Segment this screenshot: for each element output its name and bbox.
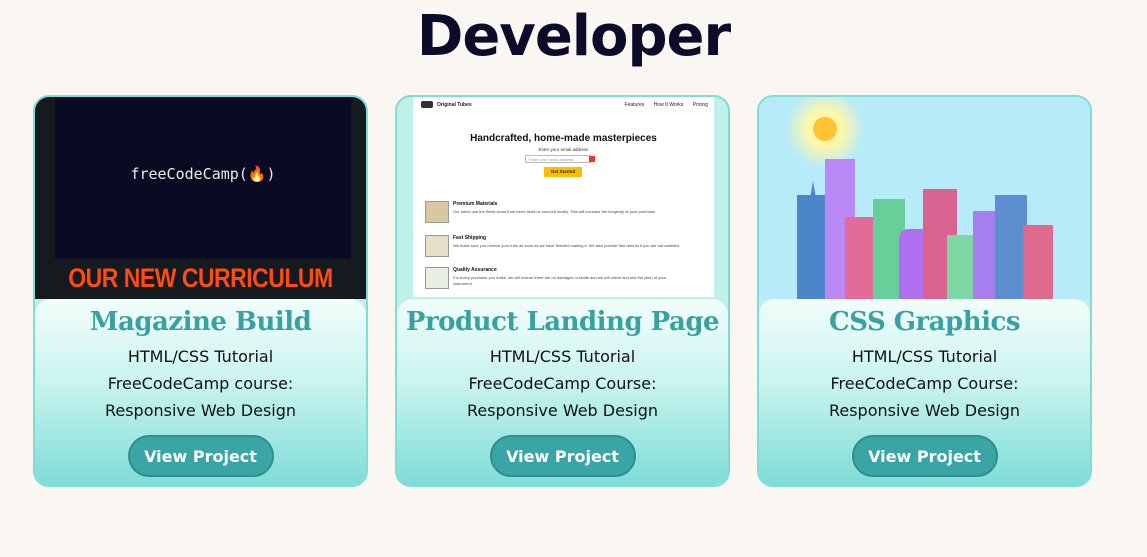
description-line: HTML/CSS Tutorial: [489, 347, 636, 366]
preview-email-field: Enter your email address: [525, 155, 591, 163]
feature-image: [425, 201, 449, 223]
preview-subtitle: Enter your email address: [538, 147, 589, 152]
preview-feature: Premium Materials Our tubes use the fine…: [425, 201, 705, 227]
preview-get-started: Get Started: [544, 167, 582, 177]
landing-page-preview: Original Tubes Features How It Works Pri…: [413, 97, 714, 297]
card-title: CSS Graphics: [829, 307, 1020, 337]
preview-feature: Fast Shipping We make sure you receive y…: [425, 235, 705, 261]
preview-nav-link: How It Works: [653, 102, 684, 108]
preview-nav-link: Features: [624, 102, 645, 108]
freecodecamp-logo: freeCodeCamp(🔥): [130, 165, 276, 183]
email-icon: [589, 156, 595, 162]
feature-image: [425, 235, 449, 257]
preview-nav-links: Features How It Works Pricing: [617, 102, 708, 108]
feature-title: Fast Shipping: [453, 235, 487, 241]
project-thumbnail[interactable]: freeCodeCamp(🔥) OUR NEW CURRICULUM: [35, 97, 366, 299]
tube-logo-icon: [421, 101, 433, 108]
view-project-button[interactable]: View Project: [127, 435, 274, 477]
project-card-magazine: freeCodeCamp(🔥) OUR NEW CURRICULUM Magaz…: [33, 95, 368, 487]
preview-nav: Original Tubes Features How It Works Pri…: [421, 101, 708, 111]
preview-hero: Handcrafted, home-made masterpieces: [470, 133, 657, 144]
curriculum-banner: OUR NEW CURRICULUM: [68, 262, 333, 293]
page-title: Developer: [416, 4, 731, 69]
feature-title: Premium Materials: [453, 201, 498, 207]
project-card-css-graphics: CSS Graphics HTML/CSS Tutorial FreeCodeC…: [757, 95, 1092, 487]
preview-nav-link: Pricing: [692, 102, 708, 108]
card-description: HTML/CSS Tutorial FreeCodeCamp Course: R…: [759, 343, 1090, 424]
project-card-product-landing: Original Tubes Features How It Works Pri…: [395, 95, 730, 487]
preview-brand: Original Tubes: [437, 102, 472, 108]
preview-feature: Quality Assurance For every purchase you…: [425, 267, 705, 293]
view-project-button[interactable]: View Project: [851, 435, 998, 477]
description-line: FreeCodeCamp Course:: [468, 374, 657, 393]
view-project-button[interactable]: View Project: [489, 435, 636, 477]
card-title: Magazine Build: [89, 307, 312, 337]
card-description: HTML/CSS Tutorial FreeCodeCamp course: R…: [35, 343, 366, 424]
feature-text: For every purchase you make, we will ens…: [453, 275, 666, 286]
description-line: FreeCodeCamp course:: [107, 374, 294, 393]
card-body: CSS Graphics HTML/CSS Tutorial FreeCodeC…: [759, 299, 1090, 485]
description-line: Responsive Web Design: [828, 401, 1021, 420]
feature-title: Quality Assurance: [453, 267, 497, 273]
card-body: Product Landing Page HTML/CSS Tutorial F…: [397, 299, 728, 485]
description-line: Responsive Web Design: [104, 401, 297, 420]
feature-text: Our tubes use the finest wood from trees…: [453, 209, 657, 214]
card-description: HTML/CSS Tutorial FreeCodeCamp Course: R…: [397, 343, 728, 424]
card-title: Product Landing Page: [405, 307, 720, 337]
project-thumbnail[interactable]: Original Tubes Features How It Works Pri…: [397, 97, 728, 299]
video-screen: freeCodeCamp(🔥): [55, 97, 351, 259]
card-body: Magazine Build HTML/CSS Tutorial FreeCod…: [35, 299, 366, 485]
description-line: Responsive Web Design: [466, 401, 659, 420]
feature-text: We make sure you receive your tube as so…: [453, 243, 681, 248]
project-thumbnail[interactable]: [759, 97, 1090, 299]
feature-image: [425, 267, 449, 289]
sun-icon: [813, 117, 837, 141]
building-icon: [1023, 225, 1053, 299]
building-icon: [845, 217, 875, 299]
description-line: HTML/CSS Tutorial: [851, 347, 998, 366]
description-line: HTML/CSS Tutorial: [127, 347, 274, 366]
description-line: FreeCodeCamp Course:: [830, 374, 1019, 393]
